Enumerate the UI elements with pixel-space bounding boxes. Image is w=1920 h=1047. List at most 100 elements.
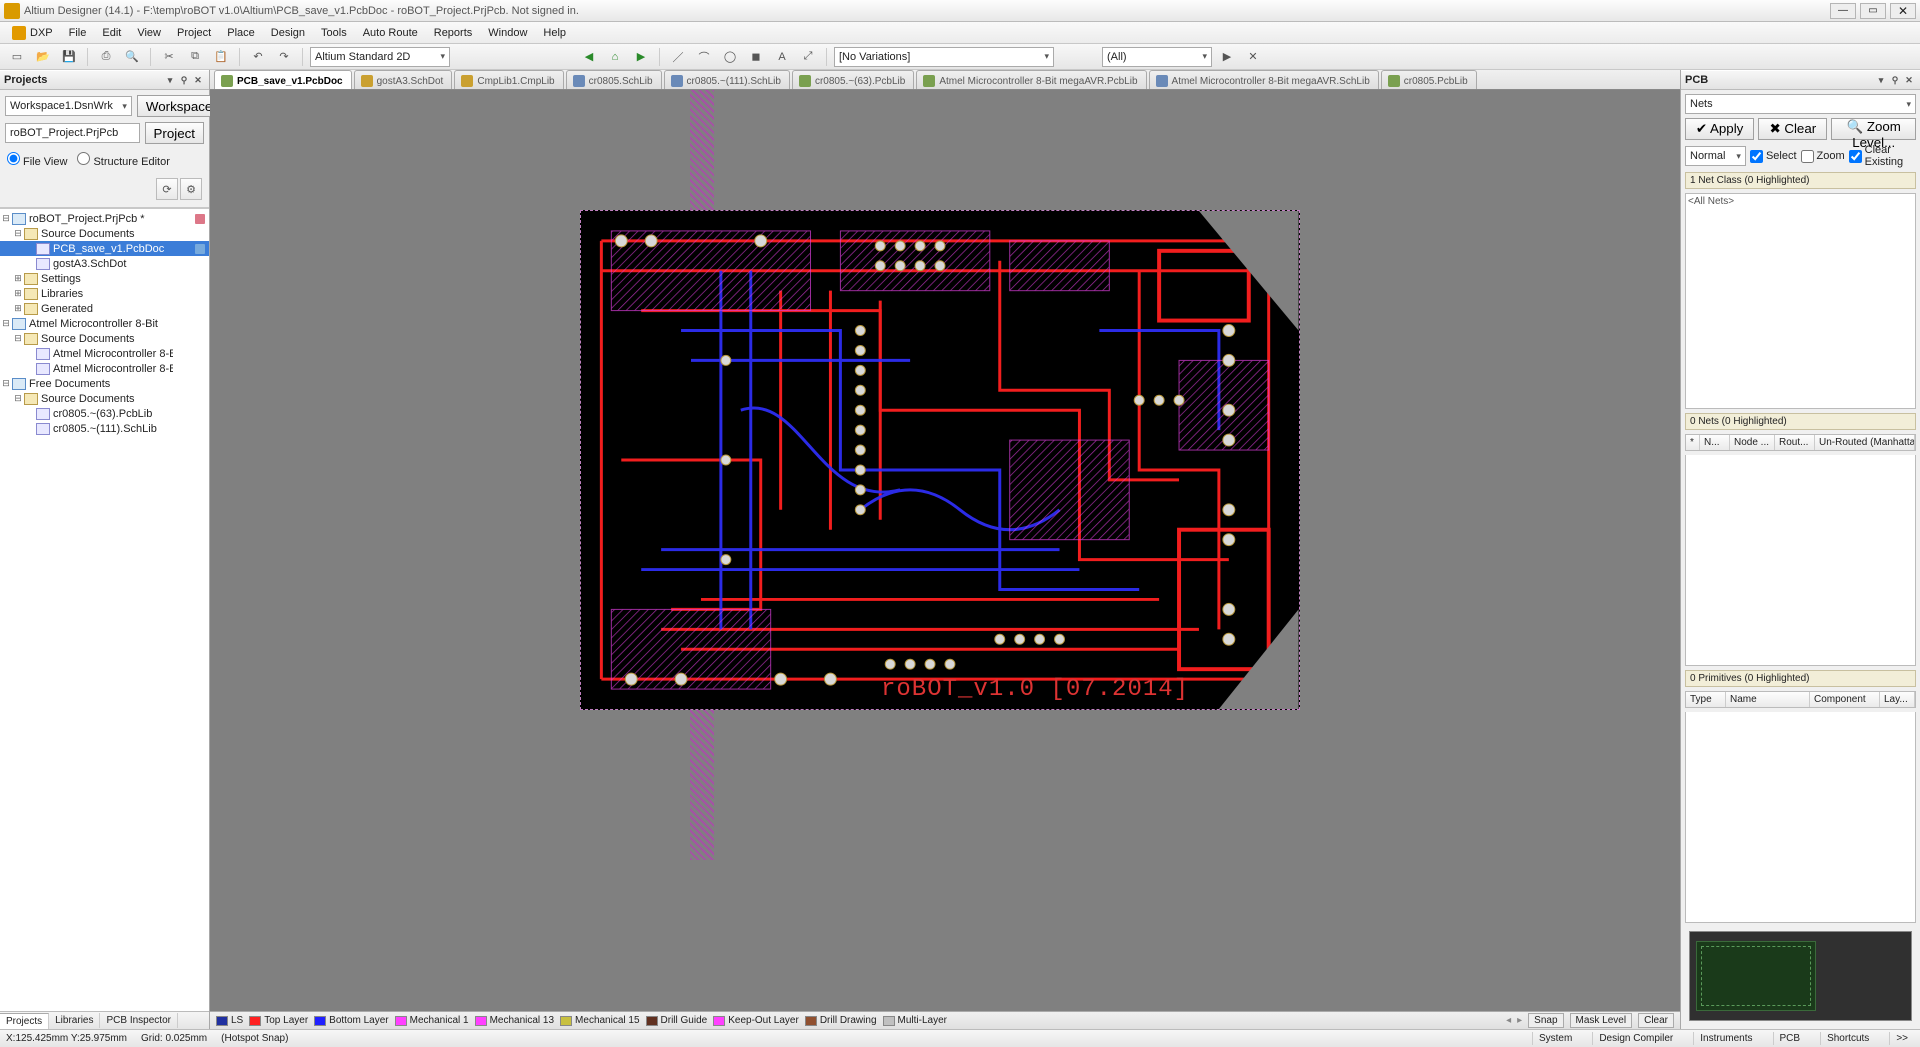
menu-design[interactable]: Design xyxy=(263,24,313,42)
tree-free-pcblib[interactable]: cr0805.~(63).PcbLib xyxy=(53,408,152,420)
minimize-button[interactable]: — xyxy=(1830,3,1856,19)
status-instruments[interactable]: Instruments xyxy=(1693,1032,1758,1045)
doc-tab[interactable]: cr0805.PcbLib xyxy=(1381,70,1477,89)
status-shortcuts[interactable]: Shortcuts xyxy=(1820,1032,1875,1045)
pcb-panel-close-icon[interactable]: ✕ xyxy=(1902,73,1916,87)
mask-level-button[interactable]: Mask Level xyxy=(1570,1013,1633,1028)
layer-tab[interactable]: Mechanical 1 xyxy=(395,1015,469,1026)
maximize-button[interactable]: ▭ xyxy=(1860,3,1886,19)
nav-home-button[interactable]: ⌂ xyxy=(604,46,626,68)
menu-tools[interactable]: Tools xyxy=(313,24,355,42)
doc-tab[interactable]: CmpLib1.CmpLib xyxy=(454,70,563,89)
status-more[interactable]: >> xyxy=(1889,1032,1914,1045)
layertab-scroll-right[interactable]: ▸ xyxy=(1517,1015,1522,1026)
nets-grid[interactable] xyxy=(1685,455,1916,666)
doc-tab[interactable]: cr0805.~(111).SchLib xyxy=(664,70,790,89)
board-thumbnail[interactable] xyxy=(1689,931,1912,1021)
filter-clear-button[interactable]: ✕ xyxy=(1242,46,1264,68)
menu-auto-route[interactable]: Auto Route xyxy=(355,24,426,42)
select-checkbox[interactable]: Select xyxy=(1750,150,1797,163)
tree-atmel-doc1[interactable]: Atmel Microcontroller 8-Bit xyxy=(53,348,173,360)
netclass-list[interactable]: <All Nets> xyxy=(1685,193,1916,409)
clear-button[interactable]: Clear xyxy=(1638,1013,1674,1028)
layer-tab[interactable]: Multi-Layer xyxy=(883,1015,947,1026)
highlight-mode-combo[interactable]: Normal xyxy=(1685,146,1746,166)
tree-free-schlib[interactable]: cr0805.~(111).SchLib xyxy=(53,423,157,435)
copy-button[interactable]: ⧉ xyxy=(184,46,206,68)
close-button[interactable]: ✕ xyxy=(1890,3,1916,19)
tool-arc-button[interactable]: ⌒ xyxy=(693,46,715,68)
tree-settings[interactable]: Settings xyxy=(41,273,81,285)
doc-tab[interactable]: cr0805.~(63).PcbLib xyxy=(792,70,914,89)
tree-free-docs[interactable]: Free Documents xyxy=(29,378,110,390)
tree-source-docs[interactable]: Source Documents xyxy=(41,228,135,240)
doc-tab[interactable]: Atmel Microcontroller 8-Bit megaAVR.SchL… xyxy=(1149,70,1379,89)
layer-tab[interactable]: Drill Guide xyxy=(646,1015,708,1026)
tree-schdot[interactable]: gostA3.SchDot xyxy=(53,258,126,270)
zoom-checkbox[interactable]: Zoom xyxy=(1801,150,1845,163)
cut-button[interactable]: ✂ xyxy=(158,46,180,68)
menu-edit[interactable]: Edit xyxy=(94,24,129,42)
undo-button[interactable]: ↶ xyxy=(247,46,269,68)
layertab-scroll-left[interactable]: ◂ xyxy=(1506,1015,1511,1026)
status-design-compiler[interactable]: Design Compiler xyxy=(1592,1032,1679,1045)
paste-button[interactable]: 📋 xyxy=(210,46,232,68)
project-button[interactable]: Project xyxy=(145,122,204,144)
tree-generated[interactable]: Generated xyxy=(41,303,93,315)
primitives-grid[interactable] xyxy=(1685,712,1916,923)
view-mode-combo[interactable]: Altium Standard 2D xyxy=(310,47,450,67)
tool-via-button[interactable]: ◯ xyxy=(719,46,741,68)
print-button[interactable]: ⎙ xyxy=(95,46,117,68)
layer-tab[interactable]: Drill Drawing xyxy=(805,1015,877,1026)
menu-place[interactable]: Place xyxy=(219,24,263,42)
preview-button[interactable]: 🔍 xyxy=(121,46,143,68)
open-button[interactable]: 📂 xyxy=(32,46,54,68)
doc-tab[interactable]: PCB_save_v1.PcbDoc xyxy=(214,70,352,89)
project-tree[interactable]: ⊟roBOT_Project.PrjPcb * ⊟Source Document… xyxy=(0,208,209,1011)
panel-pin-icon[interactable]: ⚲ xyxy=(177,73,191,87)
apply-button[interactable]: ✔ Apply xyxy=(1685,118,1754,140)
pcb-mode-combo[interactable]: Nets xyxy=(1685,94,1916,114)
layer-tab[interactable]: Bottom Layer xyxy=(314,1015,388,1026)
layer-tab[interactable]: Top Layer xyxy=(249,1015,308,1026)
panel-close-icon[interactable]: ✕ xyxy=(191,73,205,87)
structure-editor-radio[interactable]: Structure Editor xyxy=(77,152,169,168)
new-button[interactable]: ▭ xyxy=(6,46,28,68)
menu-help[interactable]: Help xyxy=(535,24,574,42)
tool-pad-button[interactable]: ◼ xyxy=(745,46,767,68)
layer-tab[interactable]: Mechanical 13 xyxy=(475,1015,554,1026)
layer-tab[interactable]: Mechanical 15 xyxy=(560,1015,639,1026)
dxp-menu[interactable]: DXP xyxy=(6,24,59,42)
tab-pcb-inspector[interactable]: PCB Inspector xyxy=(100,1013,177,1028)
nav-back-button[interactable]: ◀ xyxy=(578,46,600,68)
tree-free-src[interactable]: Source Documents xyxy=(41,393,135,405)
snap-button[interactable]: Snap xyxy=(1528,1013,1563,1028)
doc-tab[interactable]: gostA3.SchDot xyxy=(354,70,453,89)
layer-tab[interactable]: Keep-Out Layer xyxy=(713,1015,799,1026)
tab-libraries[interactable]: Libraries xyxy=(49,1013,100,1028)
zoom-level-button[interactable]: 🔍 Zoom Level... xyxy=(1831,118,1916,140)
tree-pcbdoc[interactable]: PCB_save_v1.PcbDoc xyxy=(53,243,164,255)
variations-combo[interactable]: [No Variations] xyxy=(834,47,1054,67)
file-view-radio[interactable]: File View xyxy=(7,152,67,168)
netclear-button[interactable]: ✖ Clear xyxy=(1758,118,1827,140)
nav-fwd-button[interactable]: ▶ xyxy=(630,46,652,68)
panel-dropdown-icon[interactable]: ▾ xyxy=(163,73,177,87)
doc-tab[interactable]: Atmel Microcontroller 8-Bit megaAVR.PcbL… xyxy=(916,70,1146,89)
redo-button[interactable]: ↷ xyxy=(273,46,295,68)
menu-reports[interactable]: Reports xyxy=(426,24,481,42)
tool-line-button[interactable]: ／ xyxy=(667,46,689,68)
tree-project-root[interactable]: roBOT_Project.PrjPcb * xyxy=(29,213,145,225)
tool-text-button[interactable]: A xyxy=(771,46,793,68)
pcb-panel-pin-icon[interactable]: ⚲ xyxy=(1888,73,1902,87)
save-button[interactable]: 💾 xyxy=(58,46,80,68)
menu-view[interactable]: View xyxy=(129,24,169,42)
projects-refresh-button[interactable]: ⟳ xyxy=(156,178,178,200)
tree-libraries[interactable]: Libraries xyxy=(41,288,83,300)
tab-projects[interactable]: Projects xyxy=(0,1013,49,1029)
pcb-panel-dropdown-icon[interactable]: ▾ xyxy=(1874,73,1888,87)
clear-existing-checkbox[interactable]: Clear Existing xyxy=(1849,144,1916,168)
tree-atmel-src[interactable]: Source Documents xyxy=(41,333,135,345)
workspace-combo[interactable]: Workspace1.DsnWrk xyxy=(5,96,132,116)
tool-dim-button[interactable]: ⤢ xyxy=(797,46,819,68)
